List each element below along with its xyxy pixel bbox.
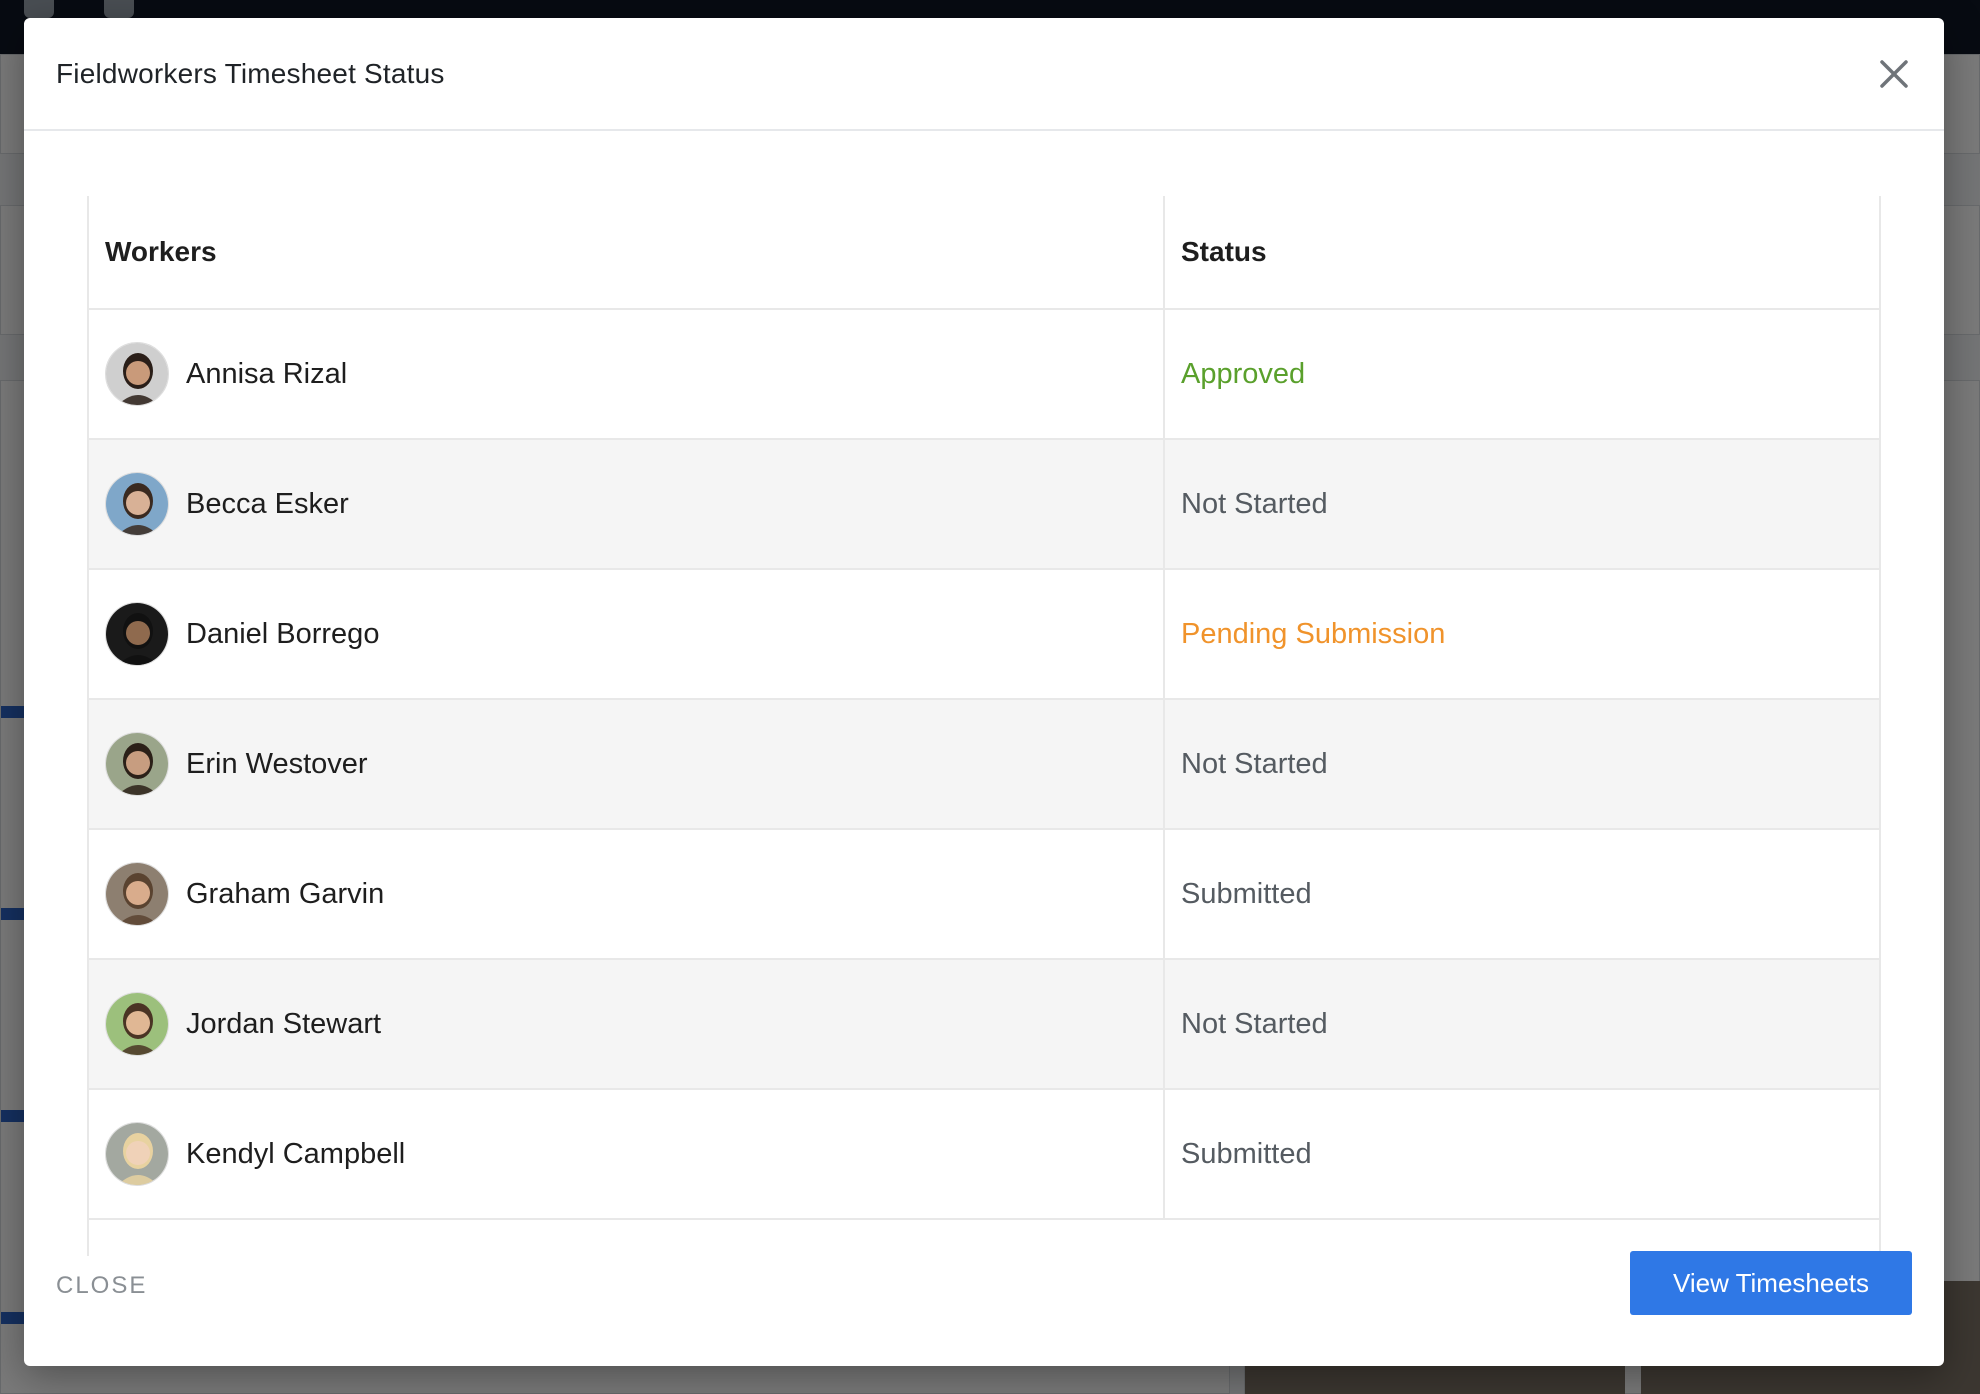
status-cell: Not Started bbox=[1163, 439, 1879, 570]
worker-cell: Jordan Stewart bbox=[89, 959, 1164, 1090]
table-row: Kendyl Campbell Submitted bbox=[89, 1089, 1879, 1220]
table-row: Jordan Stewart Not Started bbox=[89, 959, 1879, 1090]
worker-cell: Graham Garvin bbox=[89, 829, 1164, 960]
person-photo-icon bbox=[105, 732, 169, 796]
worker-cell: Daniel Borrego bbox=[89, 569, 1164, 700]
status-cell: Pending Submission bbox=[1163, 569, 1879, 700]
table-row: Daniel Borrego Pending Submission bbox=[89, 569, 1879, 700]
worker-name: Jordan Stewart bbox=[186, 1007, 382, 1040]
person-photo-icon bbox=[105, 992, 169, 1056]
table-row: Becca Esker Not Started bbox=[89, 439, 1879, 570]
status-text: Pending Submission bbox=[1181, 617, 1446, 650]
status-text: Not Started bbox=[1181, 487, 1328, 520]
table-row: Erin Westover Not Started bbox=[89, 699, 1879, 830]
status-cell: Not Started bbox=[1163, 959, 1879, 1090]
close-icon[interactable] bbox=[1874, 54, 1914, 94]
person-photo-icon bbox=[105, 862, 169, 926]
workers-status-table: Workers Status Annisa Rizal Approved Bec… bbox=[89, 196, 1879, 1220]
status-text: Not Started bbox=[1181, 747, 1328, 780]
modal-header: Fieldworkers Timesheet Status bbox=[24, 18, 1944, 131]
person-photo-icon bbox=[105, 472, 169, 536]
worker-name: Annisa Rizal bbox=[186, 357, 348, 390]
person-photo-icon bbox=[105, 1122, 169, 1186]
worker-cell: Annisa Rizal bbox=[89, 309, 1164, 440]
worker-name: Kendyl Campbell bbox=[186, 1137, 406, 1170]
table-row: Graham Garvin Submitted bbox=[89, 829, 1879, 960]
worker-name: Erin Westover bbox=[186, 747, 368, 780]
modal-footer: CLOSE View Timesheets bbox=[24, 1250, 1944, 1366]
column-header-status: Status bbox=[1163, 196, 1879, 310]
worker-name: Graham Garvin bbox=[186, 877, 385, 910]
table-header-row: Workers Status bbox=[89, 196, 1879, 310]
status-cell: Not Started bbox=[1163, 699, 1879, 830]
worker-name: Becca Esker bbox=[186, 487, 349, 520]
table-row: Annisa Rizal Approved bbox=[89, 309, 1879, 440]
worker-name: Daniel Borrego bbox=[186, 617, 380, 650]
person-photo-icon bbox=[105, 602, 169, 666]
status-text: Submitted bbox=[1181, 1137, 1312, 1170]
column-header-workers: Workers bbox=[89, 196, 1164, 310]
status-text: Submitted bbox=[1181, 877, 1312, 910]
person-photo-icon bbox=[105, 342, 169, 406]
status-cell: Submitted bbox=[1163, 1089, 1879, 1220]
status-cell: Approved bbox=[1163, 309, 1879, 440]
status-text: Approved bbox=[1181, 357, 1306, 390]
close-button[interactable]: CLOSE bbox=[56, 1272, 147, 1300]
workers-table-container[interactable]: Workers Status Annisa Rizal Approved Bec… bbox=[87, 196, 1881, 1256]
worker-cell: Becca Esker bbox=[89, 439, 1164, 570]
worker-cell: Erin Westover bbox=[89, 699, 1164, 830]
view-timesheets-button[interactable]: View Timesheets bbox=[1630, 1251, 1912, 1315]
status-text: Not Started bbox=[1181, 1007, 1328, 1040]
modal-title: Fieldworkers Timesheet Status bbox=[56, 58, 445, 89]
timesheet-status-modal: Fieldworkers Timesheet Status Workers St… bbox=[24, 18, 1944, 1366]
status-cell: Submitted bbox=[1163, 829, 1879, 960]
worker-cell: Kendyl Campbell bbox=[89, 1089, 1164, 1220]
